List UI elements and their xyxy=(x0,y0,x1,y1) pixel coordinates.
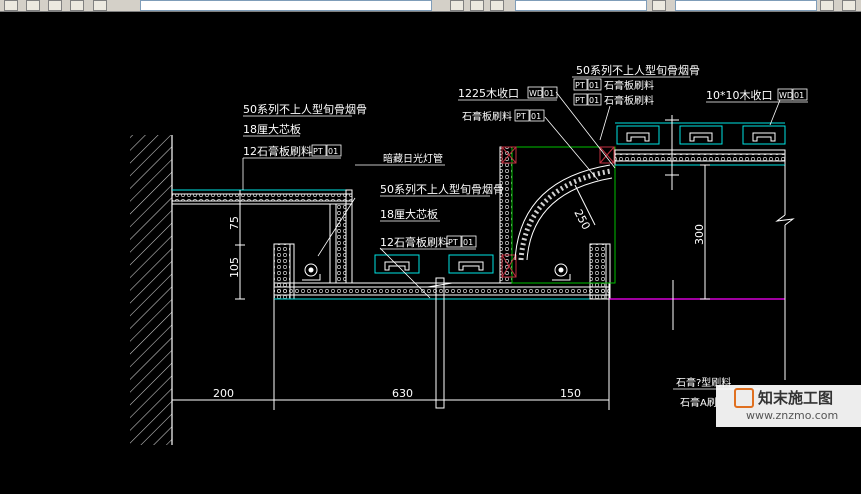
right-gypsum-b-label: 石膏板刷料 xyxy=(604,94,654,107)
toolbar-button[interactable] xyxy=(26,0,40,11)
right-pt-b-code: PT xyxy=(575,96,585,105)
wd2-number: 01 xyxy=(794,91,804,100)
toolbar-button[interactable] xyxy=(652,0,666,11)
toolbar-button[interactable] xyxy=(93,0,107,11)
right-keel-label: 50系列不上人型旬骨烟骨 xyxy=(576,63,700,77)
wd-number: 01 xyxy=(544,89,554,98)
dim-75: 75 xyxy=(228,216,241,230)
dim-200: 200 xyxy=(213,387,234,400)
right-pt-b-number: 01 xyxy=(589,96,599,105)
toolbar-button[interactable] xyxy=(470,0,484,11)
dim-250: 250 xyxy=(571,207,592,232)
center-pt-number: 01 xyxy=(463,238,473,247)
lineweight-dropdown[interactable] xyxy=(675,0,817,11)
left-gypsum-label: 12石膏板刷料 xyxy=(243,144,312,158)
main-ceiling-band xyxy=(273,277,610,409)
watermark-url: www.znzmo.com xyxy=(746,409,839,422)
dim-150: 150 xyxy=(560,387,581,400)
toolbar-button[interactable] xyxy=(450,0,464,11)
right-pt-a-number: 01 xyxy=(589,81,599,90)
toolbar-button[interactable] xyxy=(490,0,504,11)
cad-toolbar xyxy=(0,0,861,12)
left-board-label: 18厘大芯板 xyxy=(243,122,301,136)
toolbar-button[interactable] xyxy=(48,0,62,11)
layer-dropdown[interactable] xyxy=(140,0,432,11)
center-board-label: 18厘大芯板 xyxy=(380,207,438,221)
center-gypsum-label: 12石膏板刷料 xyxy=(380,235,449,249)
center-pt-code: PT xyxy=(448,238,458,247)
toolbar-button[interactable] xyxy=(842,0,856,11)
wood-edge-10x10-label: 10*10木收口 xyxy=(706,88,773,102)
dim-300: 300 xyxy=(693,224,706,245)
wood-edge-1225-label: 1225木收口 xyxy=(458,86,519,100)
mid-gypsum-label: 石膏板刷料 xyxy=(462,110,512,123)
right-pt-a-code: PT xyxy=(575,81,585,90)
mid-pt-code: PT xyxy=(516,112,526,121)
linetype-dropdown[interactable] xyxy=(515,0,647,11)
wd2-code: WD xyxy=(779,91,793,100)
wd-code: WD xyxy=(529,89,543,98)
right-gypsum-a-label: 石膏板刷料 xyxy=(604,79,654,92)
keel-profiles xyxy=(374,125,786,274)
toolbar-button[interactable] xyxy=(4,0,18,11)
watermark-brand: 知末施工图 xyxy=(758,389,834,407)
wall xyxy=(130,135,173,445)
dimension-values: 75 105 250 300 200 630 150 石膏?型刷料 石膏A刷 xyxy=(213,207,760,409)
left-pt-number: 01 xyxy=(328,147,338,156)
left-keel-label: 50系列不上人型旬骨烟骨 xyxy=(243,102,367,116)
toolbar-button[interactable] xyxy=(70,0,84,11)
left-pt-code: PT xyxy=(313,147,323,156)
mid-pt-number: 01 xyxy=(531,112,541,121)
dim-105: 105 xyxy=(228,257,241,278)
watermark-logo-icon xyxy=(734,388,754,408)
hidden-lamp-label: 暗藏日光灯管 xyxy=(383,152,443,165)
dim-630: 630 xyxy=(392,387,413,400)
toolbar-button[interactable] xyxy=(820,0,834,11)
watermark: 知末施工图 www.znzmo.com xyxy=(716,385,861,427)
center-keel-label: 50系列不上人型旬骨烟骨 xyxy=(380,182,504,196)
bottom-gypsum-label-2: 石膏A刷 xyxy=(680,396,717,409)
